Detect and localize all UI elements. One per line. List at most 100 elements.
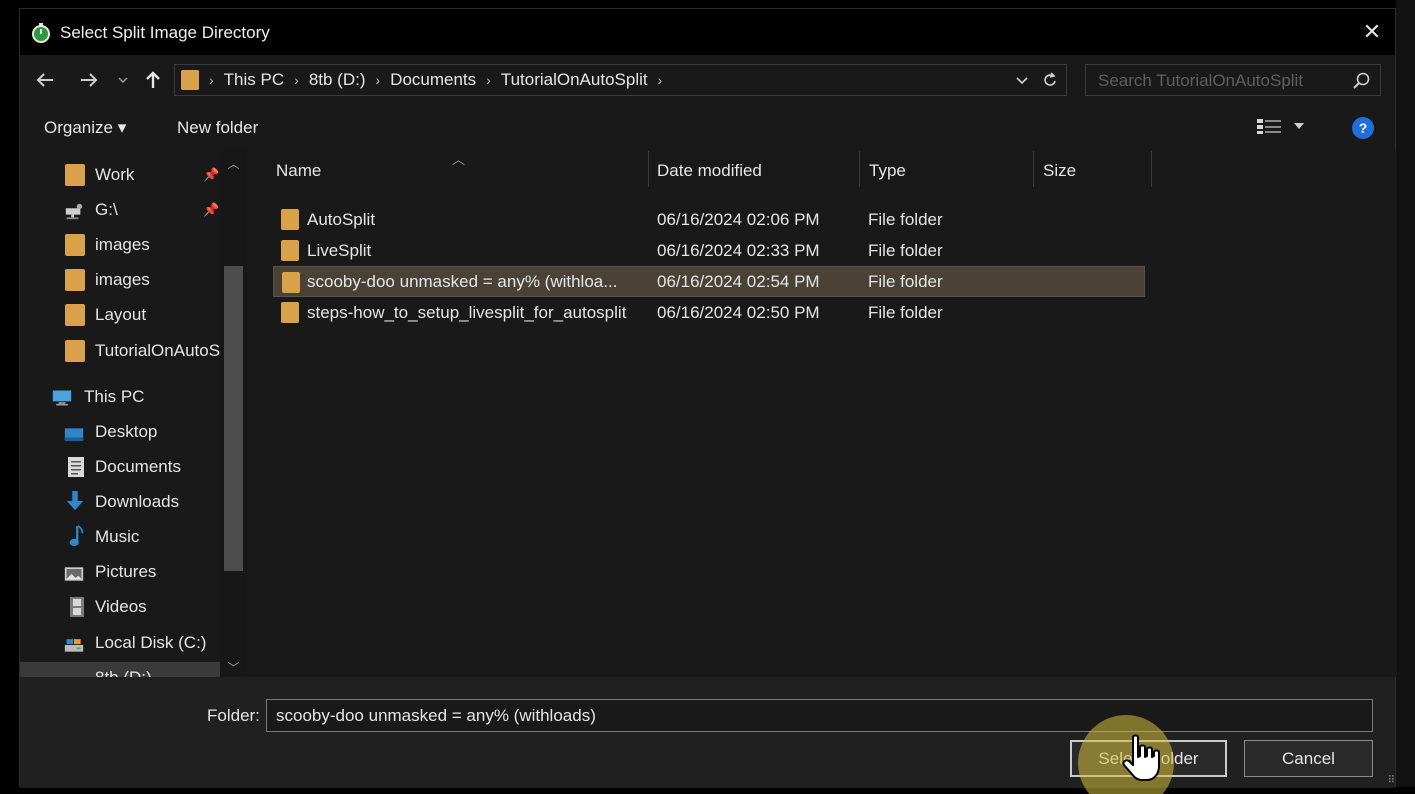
file-name: AutoSplit: [307, 210, 376, 229]
chevron-down-icon[interactable]: ﹀: [220, 659, 247, 676]
background-window: [1396, 0, 1415, 794]
scrollbar-thumb[interactable]: [224, 266, 243, 571]
sidebar-item-label: images: [95, 235, 150, 254]
sidebar-item-downloads[interactable]: Downloads: [20, 486, 220, 518]
sidebar-item-8tb-drive[interactable]: 8tb (D:): [20, 662, 220, 677]
computer-icon: [52, 390, 72, 406]
sidebar-item-pictures[interactable]: Pictures: [20, 556, 220, 588]
column-divider[interactable]: [1151, 151, 1152, 187]
navigation-pane: Work 📌 G:\ 📌 images images Layout Tutori…: [20, 151, 247, 677]
file-name: scooby-doo unmasked = any% (withloa...: [307, 272, 618, 291]
sidebar-item-local-disk[interactable]: Local Disk (C:): [20, 627, 220, 659]
column-header-date[interactable]: Date modified: [657, 151, 762, 191]
breadcrumb-this-pc[interactable]: This PC: [224, 70, 284, 90]
folder-icon: [65, 304, 85, 326]
forward-button[interactable]: [78, 67, 100, 93]
command-bar: Organize ▾ New folder ?: [20, 105, 1395, 151]
sidebar-item-label: Work: [95, 165, 135, 184]
sidebar-item-g-drive[interactable]: G:\ 📌: [20, 194, 220, 226]
sidebar-item-label: This PC: [84, 387, 145, 406]
help-button[interactable]: ?: [1352, 117, 1374, 139]
table-row[interactable]: AutoSplit 06/16/2024 02:06 PM File folde…: [273, 204, 1145, 235]
sidebar-item-label: Music: [95, 527, 140, 546]
refresh-icon[interactable]: [1042, 71, 1058, 89]
folder-icon: [65, 164, 85, 186]
help-icon: ?: [1358, 120, 1368, 136]
arrow-up-icon: [146, 71, 160, 88]
chevron-down-icon[interactable]: [1016, 75, 1028, 85]
folder-name-input[interactable]: [266, 699, 1373, 732]
sidebar-item-label: Documents: [95, 457, 181, 476]
sidebar-item-images[interactable]: images: [20, 229, 220, 261]
downloads-icon: [66, 490, 84, 511]
column-header-size[interactable]: Size: [1043, 151, 1076, 191]
close-button[interactable]: ✕: [1355, 15, 1389, 49]
sidebar-item-label: Local Disk (C:): [95, 633, 207, 652]
file-date: 06/16/2024 02:54 PM: [657, 272, 820, 291]
breadcrumb-documents[interactable]: Documents: [390, 70, 476, 90]
sidebar-item-documents[interactable]: Documents: [20, 451, 220, 483]
sidebar-item-label: images: [95, 270, 150, 289]
disk-icon: [64, 639, 84, 652]
sidebar-item-layout[interactable]: Layout: [20, 299, 220, 331]
file-name: LiveSplit: [307, 241, 372, 260]
column-header-type[interactable]: Type: [869, 151, 906, 191]
pin-icon: 📌: [203, 167, 220, 182]
up-button[interactable]: [142, 67, 164, 93]
arrow-left-icon: [36, 73, 53, 87]
table-row[interactable]: LiveSplit 06/16/2024 02:33 PM File folde…: [273, 235, 1145, 266]
sidebar-item-images-2[interactable]: images: [20, 264, 220, 296]
sidebar-item-label: G:\: [95, 200, 118, 219]
file-type: File folder: [868, 303, 943, 322]
sidebar-item-tutorial[interactable]: TutorialOnAutoSplit: [20, 335, 220, 367]
new-folder-button[interactable]: New folder: [177, 118, 258, 138]
address-bar[interactable]: › This PC › 8tb (D:) › Documents › Tutor…: [174, 64, 1067, 96]
search-input[interactable]: Search TutorialOnAutoSplit: [1098, 71, 1303, 91]
folder-icon: [181, 70, 199, 90]
column-divider[interactable]: [1033, 151, 1034, 187]
hand-pointer-icon: [1122, 734, 1160, 781]
table-row-selected[interactable]: scooby-doo unmasked = any% (withloa... 0…: [273, 266, 1145, 297]
chevron-down-icon: [118, 77, 128, 84]
music-icon: [69, 525, 84, 547]
folder-icon: [65, 269, 85, 291]
folder-label: Folder:: [207, 706, 260, 725]
search-box[interactable]: Search TutorialOnAutoSplit: [1085, 64, 1381, 96]
videos-icon: [70, 597, 84, 617]
sidebar-item-work[interactable]: Work 📌: [20, 159, 220, 191]
sidebar-item-desktop[interactable]: Desktop: [20, 416, 220, 448]
sidebar-item-label: Videos: [95, 597, 147, 616]
breadcrumb-drive[interactable]: 8tb (D:): [309, 70, 366, 90]
network-drive-icon: [65, 203, 83, 220]
navigation-scrollbar[interactable]: ︿ ﹀: [220, 151, 247, 677]
sidebar-item-label: Layout: [95, 305, 147, 324]
column-header-name[interactable]: Name: [276, 151, 321, 191]
chevron-right-icon: ›: [486, 72, 491, 88]
background-strip: [0, 787, 1415, 794]
column-divider[interactable]: [648, 151, 649, 187]
sidebar-item-label: Desktop: [95, 422, 158, 441]
sidebar-item-label: TutorialOnAutoSplit: [95, 341, 220, 360]
folder-icon: [65, 340, 85, 362]
organize-menu[interactable]: Organize ▾: [44, 118, 126, 138]
back-button[interactable]: [34, 67, 56, 93]
sidebar-item-videos[interactable]: Videos: [20, 591, 220, 623]
stopwatch-icon: [32, 23, 50, 43]
column-divider[interactable]: [859, 151, 860, 187]
table-row[interactable]: steps-how_to_setup_livesplit_for_autospl…: [273, 297, 1145, 328]
pin-icon: 📌: [203, 202, 220, 217]
file-date: 06/16/2024 02:06 PM: [657, 210, 820, 229]
breadcrumb-current[interactable]: TutorialOnAutoSplit: [501, 70, 648, 90]
search-icon[interactable]: [1352, 71, 1372, 91]
address-actions: [1016, 69, 1058, 91]
view-options-button[interactable]: [1256, 117, 1304, 135]
folder-icon: [65, 234, 85, 256]
chevron-up-icon[interactable]: ︿: [220, 155, 247, 172]
desktop-icon: [64, 428, 84, 441]
sidebar-item-this-pc[interactable]: This PC: [20, 381, 220, 413]
recent-locations-button[interactable]: [116, 67, 130, 93]
resize-grip-icon[interactable]: ⠿: [1388, 775, 1395, 786]
documents-icon: [68, 457, 84, 477]
cancel-button[interactable]: Cancel: [1244, 740, 1373, 777]
sidebar-item-music[interactable]: Music: [20, 521, 220, 553]
